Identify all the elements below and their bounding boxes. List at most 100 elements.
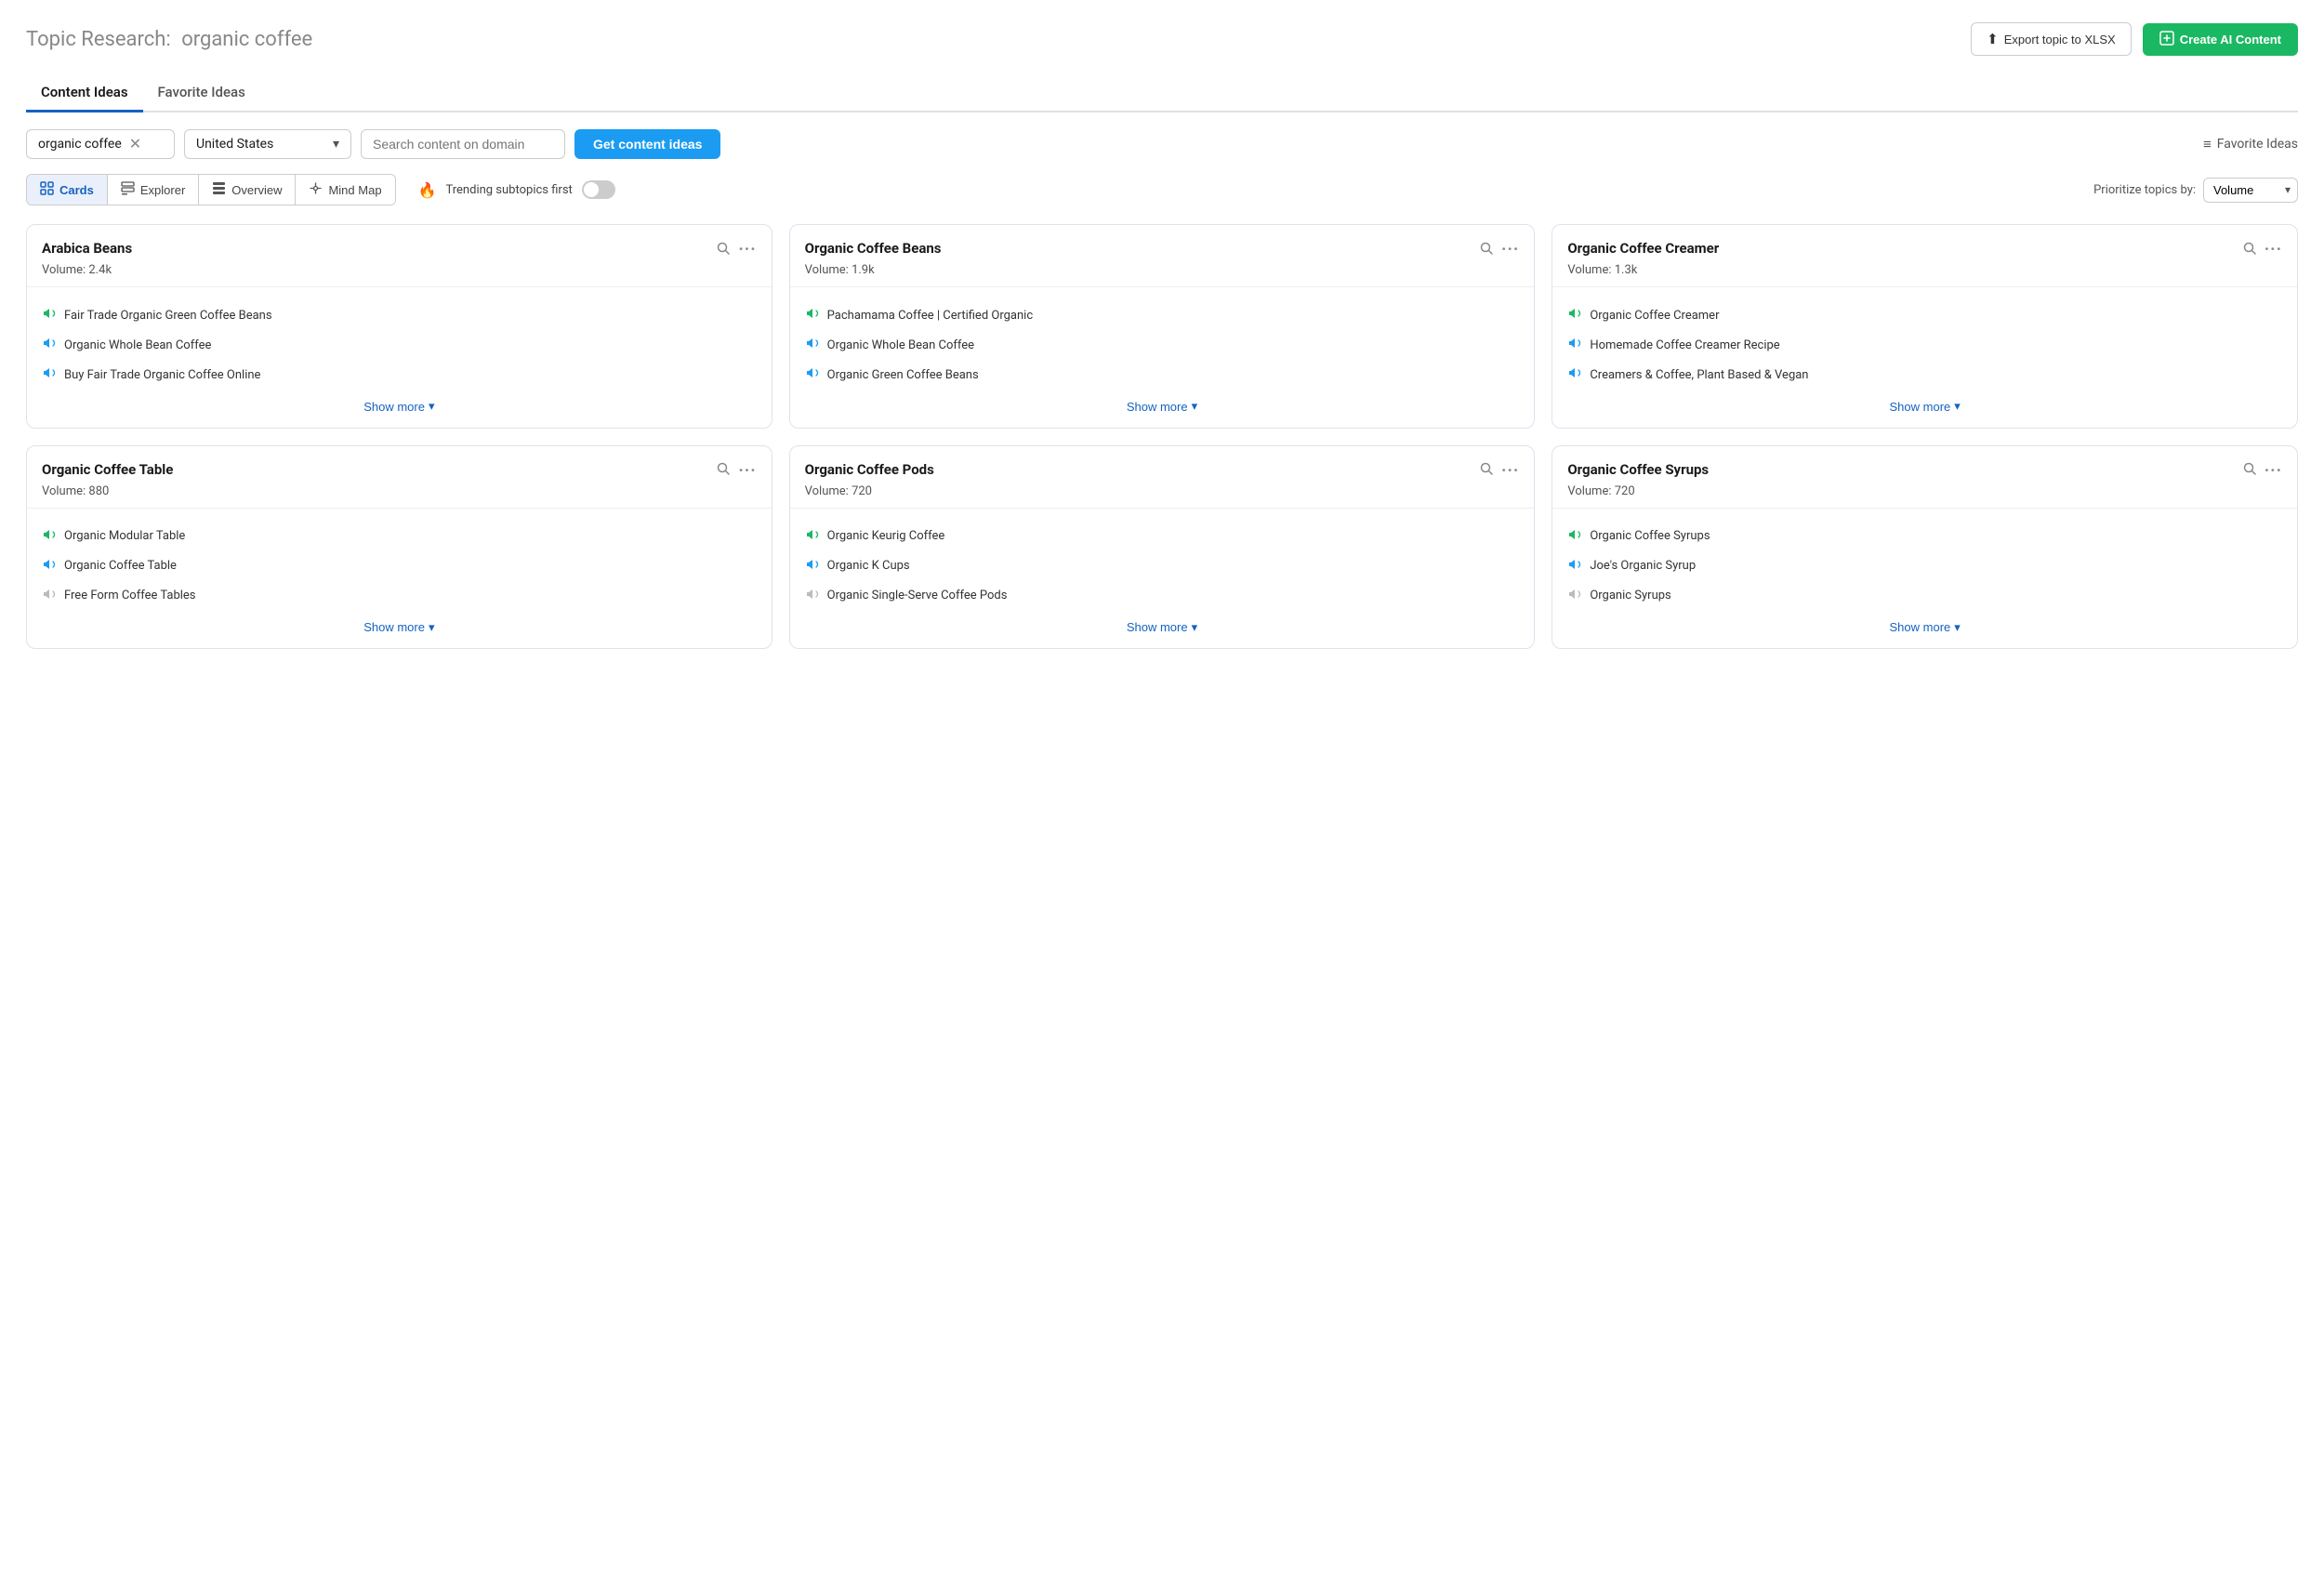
card-item-text: Homemade Coffee Creamer Recipe [1590,338,1779,352]
search-bar: organic coffee ✕ United States ▾ Get con… [26,129,2298,159]
card-item: Creamers & Coffee, Plant Based & Vegan [1567,360,2282,390]
chevron-down-icon: ▾ [333,137,339,152]
card-body: Organic Modular Table Organic Coffee Tab… [27,509,772,611]
card-header: Organic Coffee Creamer ··· Volume: 1.3k [1552,225,2297,287]
show-more-label: Show more [1890,400,1951,414]
tab-content-ideas[interactable]: Content Ideas [26,74,143,112]
view-mindmap-button[interactable]: Mind Map [296,175,394,205]
card-item-text: Organic Coffee Table [64,559,177,573]
view-bar: Cards Explorer Overview Mind Map [26,174,2298,205]
card-footer: Show more ▾ [1552,611,2297,649]
get-ideas-button[interactable]: Get content ideas [574,129,720,159]
card-item: Organic Coffee Table [42,551,757,581]
domain-search-input[interactable] [361,129,565,159]
card-item: Organic Modular Table [42,522,757,551]
card-item-text: Pachamama Coffee | Certified Organic [827,309,1033,323]
volume-value: 720 [1615,484,1635,498]
card-volume: Volume: 2.4k [42,263,757,277]
prioritize-select[interactable]: Volume Difficulty Relevance [2203,178,2298,203]
card-item: Organic Coffee Syrups [1567,522,2282,551]
megaphone-icon [1567,336,1582,354]
card-item: Organic Coffee Creamer [1567,300,2282,330]
card-item-text: Organic Coffee Creamer [1590,309,1719,323]
search-icon[interactable] [2242,461,2257,480]
card-title: Organic Coffee Beans [805,240,1472,257]
card-item-text: Organic Single-Serve Coffee Pods [827,589,1008,602]
country-value: United States [196,137,273,152]
card-footer: Show more ▾ [790,390,1535,428]
megaphone-icon [805,306,820,324]
card-item: Organic Green Coffee Beans [805,360,1520,390]
volume-value: 880 [88,484,109,498]
card-item-text: Organic Modular Table [64,529,185,543]
page-header: Topic Research: organic coffee ⬆ Export … [26,22,2298,56]
trending-label: Trending subtopics first [445,183,572,197]
more-options-icon[interactable]: ··· [738,461,756,481]
trending-toggle[interactable] [582,180,615,199]
show-more-button[interactable]: Show more ▾ [1127,620,1197,635]
chevron-down-icon: ▾ [429,399,435,414]
card-item-text: Organic K Cups [827,559,910,573]
country-selector[interactable]: United States ▾ [184,129,351,159]
megaphone-icon [805,365,820,384]
search-icon[interactable] [2242,241,2257,259]
page-title: Topic Research: organic coffee [26,28,312,51]
card-item-text: Creamers & Coffee, Plant Based & Vegan [1590,368,1808,382]
volume-value: 2.4k [88,263,112,277]
search-icon[interactable] [1479,461,1494,480]
show-more-button[interactable]: Show more ▾ [1127,399,1197,414]
volume-label: Volume: [1567,263,1611,277]
more-options-icon[interactable]: ··· [2265,240,2282,259]
trending-section: 🔥 Trending subtopics first [418,180,615,199]
card-volume: Volume: 720 [805,484,1520,498]
more-options-icon[interactable]: ··· [1501,240,1519,259]
card-item: Homemade Coffee Creamer Recipe [1567,330,2282,360]
search-icon[interactable] [716,461,731,480]
show-more-button[interactable]: Show more ▾ [363,399,434,414]
view-overview-button[interactable]: Overview [199,175,296,205]
megaphone-icon [1567,557,1582,576]
card-title-row: Organic Coffee Syrups ··· [1567,461,2282,481]
show-more-button[interactable]: Show more ▾ [1890,620,1961,635]
card-body: Fair Trade Organic Green Coffee Beans Or… [27,287,772,390]
more-options-icon[interactable]: ··· [2265,461,2282,481]
view-explorer-button[interactable]: Explorer [108,175,199,205]
card-header: Organic Coffee Table ··· Volume: 880 [27,446,772,509]
card-item-text: Organic Syrups [1590,589,1670,602]
overview-label: Overview [231,183,282,197]
card-title: Organic Coffee Table [42,461,708,478]
card-item-text: Fair Trade Organic Green Coffee Beans [64,309,272,323]
list-icon: ≡ [2203,136,2212,152]
tab-favorite-ideas[interactable]: Favorite Ideas [143,74,260,112]
more-options-icon[interactable]: ··· [738,240,756,259]
keyword-input-wrapper[interactable]: organic coffee ✕ [26,129,175,159]
card-item: Joe's Organic Syrup [1567,551,2282,581]
show-more-label: Show more [1127,400,1188,414]
clear-keyword-icon[interactable]: ✕ [129,137,141,152]
export-label: Export topic to XLSX [2004,33,2116,46]
more-options-icon[interactable]: ··· [1501,461,1519,481]
volume-label: Volume: [42,263,86,277]
search-icon[interactable] [716,241,731,259]
card-item: Buy Fair Trade Organic Coffee Online [42,360,757,390]
card-arabica-beans: Arabica Beans ··· Volume: 2.4k [26,224,772,429]
title-static: Topic Research: [26,28,171,51]
export-icon: ⬆ [1987,31,1999,47]
view-cards-button[interactable]: Cards [27,175,108,205]
favorite-ideas-link[interactable]: ≡ Favorite Ideas [2203,136,2298,152]
create-ai-button[interactable]: Create AI Content [2143,23,2298,56]
show-more-button[interactable]: Show more ▾ [1890,399,1961,414]
card-header: Organic Coffee Syrups ··· Volume: 720 [1552,446,2297,509]
show-more-button[interactable]: Show more ▾ [363,620,434,635]
chevron-down-icon: ▾ [1954,620,1961,635]
volume-label: Volume: [805,484,849,498]
card-item-text: Buy Fair Trade Organic Coffee Online [64,368,260,382]
card-actions: ··· [716,240,756,259]
export-button[interactable]: ⬆ Export topic to XLSX [1971,22,2132,56]
card-item: Organic Whole Bean Coffee [805,330,1520,360]
card-header: Organic Coffee Beans ··· Volume: 1.9k [790,225,1535,287]
volume-value: 720 [852,484,872,498]
show-more-label: Show more [1127,620,1188,634]
card-item-text: Organic Whole Bean Coffee [64,338,211,352]
search-icon[interactable] [1479,241,1494,259]
